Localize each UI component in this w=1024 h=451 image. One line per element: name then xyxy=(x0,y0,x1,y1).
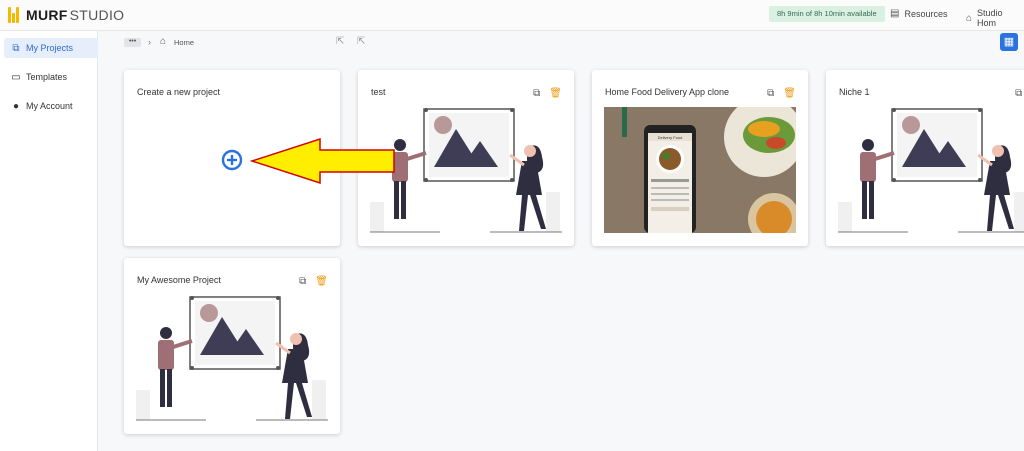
card-title: test xyxy=(371,87,386,97)
card-title: Home Food Delivery App clone xyxy=(605,87,730,97)
sidebar-item-my-account[interactable]: ● My Account xyxy=(4,96,98,116)
logo-icon xyxy=(8,7,20,23)
trash-icon[interactable]: 🗑 xyxy=(315,276,328,287)
breadcrumb-more-button[interactable]: ••• xyxy=(124,38,141,47)
card-title: Niche 1 xyxy=(839,87,870,97)
cursor-icon: ⇱ xyxy=(357,36,366,47)
card-title: Create a new project xyxy=(137,87,221,97)
add-circle-icon[interactable] xyxy=(221,149,243,171)
trash-icon[interactable]: 🗑 xyxy=(549,88,562,99)
placeholder-illustration xyxy=(370,107,562,234)
card-title: My Awesome Project xyxy=(137,275,221,285)
cursor-icon: ⇱ xyxy=(336,36,345,47)
placeholder-illustration xyxy=(136,295,328,422)
project-card[interactable]: Home Food Delivery App clone ⧉ 🗑 Deliver… xyxy=(592,70,808,246)
template-icon: ▭ xyxy=(11,71,21,83)
annotation-arrow-icon xyxy=(250,137,395,185)
project-thumbnail-photo: Delivery Food xyxy=(604,107,796,233)
project-card[interactable]: Niche 1 ⧉ 🗑 xyxy=(826,70,1024,246)
chevron-right-icon: › xyxy=(148,37,151,47)
resources-icon: ▤ xyxy=(890,8,900,19)
phone-header: Delivery Food xyxy=(658,135,683,140)
trash-icon[interactable]: 🗑 xyxy=(783,88,796,99)
top-bar: MURF STUDIO 8h 9min of 8h 10min availabl… xyxy=(0,0,1024,31)
murf-logo[interactable]: MURF STUDIO xyxy=(8,7,124,23)
sidebar-item-label: Templates xyxy=(26,72,68,82)
duplicate-icon[interactable]: ⧉ xyxy=(1015,88,1022,99)
sidebar-item-label: My Account xyxy=(26,101,73,111)
brand-name: MURF xyxy=(26,7,68,23)
brand-suffix: STUDIO xyxy=(69,7,125,23)
studio-label: Studio Hom xyxy=(977,8,1003,28)
studio-icon: ⌂ xyxy=(966,12,973,24)
sidebar: ⧉ My Projects ▭ Templates ● My Account xyxy=(0,31,98,451)
resources-link[interactable]: ▤ Resources xyxy=(890,8,947,19)
duplicate-icon[interactable]: ⧉ xyxy=(299,276,306,287)
resources-label: Resources xyxy=(904,8,948,19)
sidebar-item-templates[interactable]: ▭ Templates xyxy=(4,67,98,87)
home-icon[interactable]: ⌂ xyxy=(160,36,166,47)
duplicate-icon[interactable]: ⧉ xyxy=(533,88,540,99)
studio-home-link[interactable]: ⌂ Studio Hom xyxy=(966,8,1024,28)
placeholder-illustration xyxy=(838,107,1024,234)
sidebar-item-label: My Projects xyxy=(26,43,74,53)
breadcrumb-home[interactable]: Home xyxy=(174,38,194,47)
user-icon: ● xyxy=(12,100,20,112)
grid-view-button[interactable]: ▦ xyxy=(1000,33,1018,51)
project-card[interactable]: My Awesome Project ⧉ 🗑 xyxy=(124,258,340,434)
projects-icon: ⧉ xyxy=(12,42,20,54)
duplicate-icon[interactable]: ⧉ xyxy=(767,88,774,99)
usage-badge: 8h 9min of 8h 10min available xyxy=(769,6,885,22)
sidebar-item-my-projects[interactable]: ⧉ My Projects xyxy=(4,38,98,58)
